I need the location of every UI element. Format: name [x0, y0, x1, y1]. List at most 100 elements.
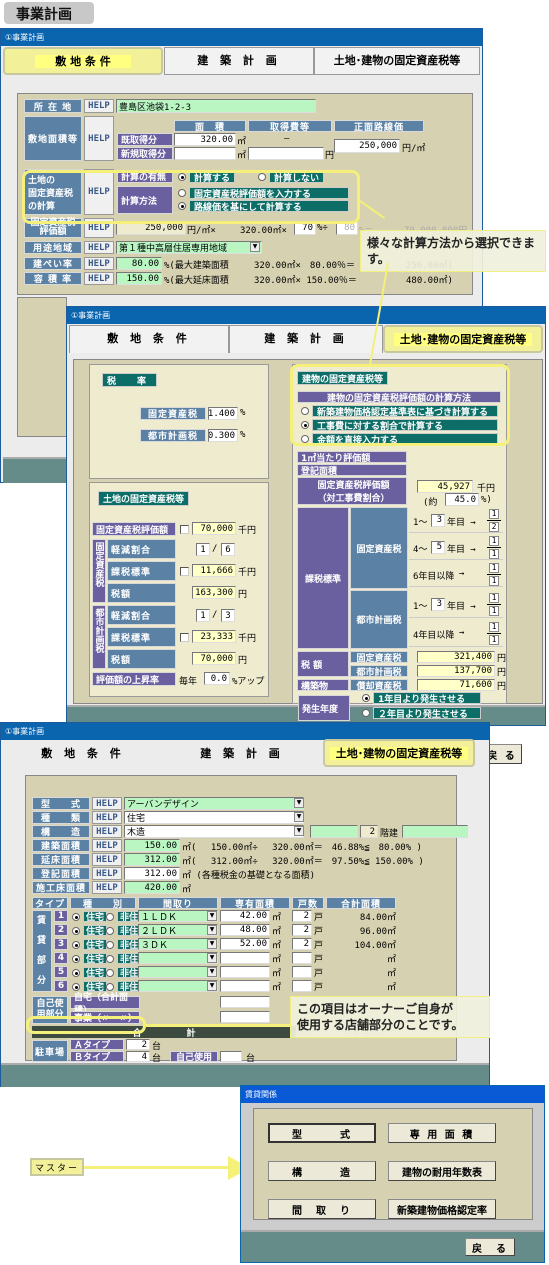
- year-input[interactable]: 5: [431, 540, 445, 554]
- exclusive-area-button[interactable]: 専 用 面 積: [388, 1123, 496, 1143]
- tab-site-conditions[interactable]: 敷 地 条 件: [3, 741, 163, 769]
- chevron-down-icon[interactable]: ▼: [207, 953, 217, 963]
- units-input[interactable]: 2: [292, 910, 312, 922]
- model-help-button[interactable]: HELP: [92, 797, 122, 810]
- layout-select[interactable]: １ＬＤＫ: [138, 910, 218, 922]
- residential-radio[interactable]: 住宅: [72, 911, 108, 923]
- area-input[interactable]: [220, 952, 270, 964]
- zoning-help-button[interactable]: HELP: [84, 241, 114, 254]
- numerator-input[interactable]: 1: [489, 621, 499, 632]
- floors-input[interactable]: 2: [360, 825, 378, 838]
- layout-select[interactable]: ３ＤＫ: [138, 938, 218, 950]
- land-fixed-base-input[interactable]: 11,666: [192, 564, 236, 577]
- fixed-tax-rate-input[interactable]: 1.400: [208, 407, 238, 420]
- parking-a-input[interactable]: 2: [126, 1039, 150, 1050]
- chevron-down-icon[interactable]: ▼: [294, 798, 304, 808]
- calc-no-radio[interactable]: 計算しない: [258, 171, 325, 184]
- rise-rate-input[interactable]: 0.0: [204, 672, 230, 685]
- chevron-down-icon[interactable]: ▼: [250, 242, 260, 252]
- far-help-button[interactable]: HELP: [84, 272, 114, 285]
- land-city-base-checkbox[interactable]: [180, 633, 189, 642]
- self-home-area-input[interactable]: [220, 996, 270, 1008]
- denominator-input[interactable]: 1: [489, 548, 499, 559]
- site-area-help-button[interactable]: HELP: [84, 116, 114, 161]
- land-city-reduction-den[interactable]: 3: [221, 609, 235, 622]
- chevron-down-icon[interactable]: ▼: [294, 826, 304, 836]
- denominator-input[interactable]: 1: [489, 634, 499, 645]
- units-input[interactable]: 2: [292, 938, 312, 950]
- land-city-reduction-num[interactable]: 1: [196, 609, 210, 622]
- land-assessed-input[interactable]: 70,000: [192, 522, 236, 535]
- layout-master-button[interactable]: 間 取 り: [268, 1199, 376, 1219]
- tab-building-plan[interactable]: 建 築 計 画: [229, 325, 383, 353]
- building-assessed-input[interactable]: 45,927: [417, 480, 473, 493]
- new-cost-input[interactable]: [248, 147, 324, 160]
- numerator-input[interactable]: 1: [489, 592, 499, 603]
- location-input[interactable]: 豊島区池袋1-2-3: [116, 99, 316, 113]
- residential-radio[interactable]: 住宅: [72, 925, 108, 937]
- land-tax-help-button[interactable]: HELP: [84, 169, 114, 215]
- layout-select[interactable]: [138, 980, 218, 992]
- area-input[interactable]: [220, 966, 270, 978]
- area-input[interactable]: 48.00: [220, 924, 270, 936]
- units-input[interactable]: 2: [292, 924, 312, 936]
- reg-area-input[interactable]: 312.00: [124, 867, 180, 880]
- area-input[interactable]: 42.00: [220, 910, 270, 922]
- year-input[interactable]: 3: [431, 513, 445, 527]
- coverage-help-button[interactable]: HELP: [84, 257, 114, 270]
- land-fixed-reduction-den[interactable]: 6: [221, 543, 235, 556]
- ratio-input[interactable]: 45.0: [445, 493, 479, 506]
- chevron-down-icon[interactable]: ▼: [207, 967, 217, 977]
- tab-property-tax[interactable]: 土地･建物の固定資産税等: [323, 739, 475, 767]
- area-input[interactable]: 52.00: [220, 938, 270, 950]
- layout-select[interactable]: [138, 966, 218, 978]
- units-input[interactable]: [292, 966, 312, 978]
- new-area-input[interactable]: [174, 147, 236, 160]
- new-building-rate-button[interactable]: 新築建物価格認定率: [388, 1199, 496, 1219]
- year-input[interactable]: 3: [431, 597, 445, 611]
- residential-radio[interactable]: 住宅: [72, 967, 108, 979]
- building-method-ratio-radio[interactable]: 工事費に対する割合で計算する: [301, 419, 498, 432]
- city-tax-rate-input[interactable]: 0.300: [208, 429, 238, 442]
- tab-building-plan[interactable]: 建 築 計 画: [163, 741, 321, 769]
- chevron-down-icon[interactable]: ▼: [207, 911, 217, 921]
- structure-help-button[interactable]: HELP: [92, 825, 122, 838]
- assessed-help-button[interactable]: HELP: [84, 218, 114, 238]
- reg-area-help-button[interactable]: HELP: [92, 867, 122, 880]
- units-input[interactable]: [292, 952, 312, 964]
- layout-select[interactable]: [138, 952, 218, 964]
- chevron-down-icon[interactable]: ▼: [207, 925, 217, 935]
- existing-area-input[interactable]: 320.00: [174, 133, 236, 146]
- method-input-assessed-radio[interactable]: 固定資産税評価額を入力する: [178, 187, 349, 200]
- master-button[interactable]: マスター: [30, 1158, 84, 1176]
- structure-select[interactable]: 木造: [124, 825, 304, 838]
- floor-area-help-button[interactable]: HELP: [92, 853, 122, 866]
- chevron-down-icon[interactable]: ▼: [294, 812, 304, 822]
- layout-select[interactable]: ２ＬＤＫ: [138, 924, 218, 936]
- coverage-input[interactable]: 80.00: [116, 257, 162, 270]
- structure-master-button[interactable]: 構 造: [268, 1161, 376, 1181]
- numerator-input[interactable]: 1: [489, 562, 499, 573]
- tab-property-tax[interactable]: 土地･建物の固定資産税等: [314, 47, 480, 75]
- model-master-button[interactable]: 型 式: [268, 1123, 376, 1143]
- floors-extra-input[interactable]: [402, 825, 468, 838]
- structure-extra-input[interactable]: [310, 825, 358, 838]
- chevron-down-icon[interactable]: ▼: [207, 981, 217, 991]
- land-fixed-reduction-num[interactable]: 1: [196, 543, 210, 556]
- start-year2-radio[interactable]: ２年目より発生させる: [362, 707, 481, 720]
- numerator-input[interactable]: 1: [489, 535, 499, 546]
- parking-b-input[interactable]: 4: [126, 1051, 150, 1062]
- start-year1-radio[interactable]: 1年目より発生させる: [362, 692, 481, 705]
- units-input[interactable]: [292, 980, 312, 992]
- numerator-input[interactable]: 1: [489, 508, 499, 519]
- building-area-input[interactable]: 150.00: [124, 839, 180, 852]
- area-input[interactable]: [220, 980, 270, 992]
- denominator-input[interactable]: 1: [489, 575, 499, 586]
- zoning-select[interactable]: 第１種中高層住居専用地域: [116, 241, 262, 254]
- assessed-div-input[interactable]: 80: [336, 221, 358, 235]
- land-assessed-checkbox[interactable]: [180, 525, 189, 534]
- const-area-input[interactable]: 420.00: [124, 881, 180, 894]
- tab-building-plan[interactable]: 建 築 計 画: [164, 47, 314, 75]
- building-method-direct-radio[interactable]: 金額を直接入力する: [301, 433, 498, 446]
- kind-help-button[interactable]: HELP: [92, 811, 122, 824]
